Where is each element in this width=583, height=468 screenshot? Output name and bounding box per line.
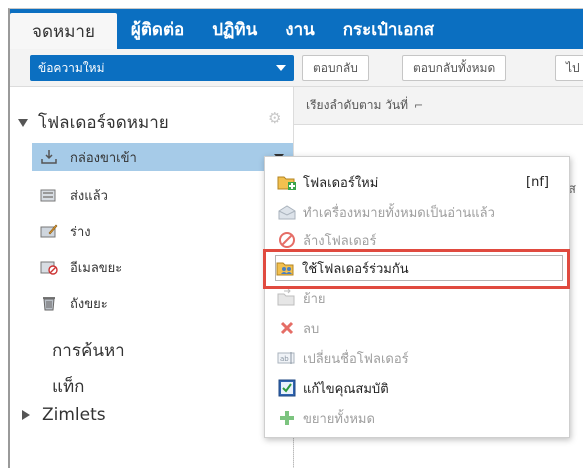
- folder-label: กล่องขาเข้า: [70, 150, 137, 166]
- toolbar: ข้อความใหม่ ตอบกลับ ตอบกลับทั้งหมด ไป: [10, 49, 583, 87]
- trash-icon: [40, 294, 58, 312]
- menu-item-label: เปลี่ยนชื่อโฟลเดอร์: [303, 351, 409, 367]
- expand-all-icon: [277, 408, 297, 428]
- mail-folders-header[interactable]: โฟลเดอร์จดหมาย: [18, 109, 169, 136]
- app-tab-bar: จดหมาย ผู้ติดต่อ ปฏิทิน งาน กระเป๋าเอกส: [10, 9, 583, 49]
- menu-item-label: แก้ไขคุณสมบัติ: [303, 381, 389, 397]
- junk-icon: [40, 258, 58, 276]
- tab-briefcase[interactable]: กระเป๋าเอกส: [329, 9, 448, 49]
- new-message-label: ข้อความใหม่: [38, 60, 105, 75]
- folder-label: ร่าง: [70, 224, 91, 240]
- reply-button[interactable]: ตอบกลับ: [302, 55, 369, 81]
- chevron-down-icon[interactable]: [276, 65, 286, 71]
- menu-item-mark-all-read[interactable]: ทำเครื่องหมายทั้งหมดเป็นอ่านแล้ว: [277, 199, 563, 225]
- folder-tree-pane: โฟลเดอร์จดหมาย ⚙ กล่องขาเข้า ส่งแล้ว ร่า…: [10, 87, 294, 468]
- svg-text:ab: ab: [280, 355, 289, 363]
- sort-label: เรียงลำดับตาม วันที่: [306, 98, 409, 112]
- sort-direction-icon[interactable]: ⌐: [414, 99, 423, 112]
- new-message-button[interactable]: ข้อความใหม่: [30, 55, 294, 81]
- menu-item-label: ย้าย: [303, 291, 326, 307]
- search-section[interactable]: การค้นหา: [52, 337, 125, 364]
- reply-all-button[interactable]: ตอบกลับทั้งหมด: [402, 55, 507, 81]
- menu-item-delete[interactable]: ลบ: [277, 315, 563, 341]
- folder-label: อีเมลขยะ: [70, 260, 123, 276]
- expand-arrow-icon[interactable]: [22, 410, 30, 420]
- tags-section[interactable]: แท็ก: [52, 373, 84, 400]
- folder-drafts[interactable]: ร่าง: [40, 217, 293, 245]
- folder-trash[interactable]: ถังขยะ: [40, 289, 293, 317]
- menu-item-label: ล้างโฟลเดอร์: [303, 233, 377, 249]
- move-icon: [277, 288, 297, 308]
- mark-read-icon: [277, 202, 297, 222]
- zimlets-label: Zimlets: [42, 405, 106, 425]
- menu-item-label: โฟลเดอร์ใหม่: [303, 175, 379, 191]
- rename-icon: ab: [277, 348, 297, 368]
- sent-icon: [40, 186, 58, 204]
- menu-item-expand-all[interactable]: ขยายทั้งหมด: [277, 405, 563, 431]
- mail-folders-label: โฟลเดอร์จดหมาย: [38, 113, 169, 133]
- folder-inbox[interactable]: กล่องขาเข้า: [32, 143, 294, 171]
- edit-properties-icon: [277, 378, 297, 398]
- delete-icon: [277, 318, 297, 338]
- new-folder-icon: [277, 172, 297, 192]
- forward-button[interactable]: ไป: [555, 55, 583, 81]
- tab-contacts[interactable]: ผู้ติดต่อ: [117, 9, 198, 49]
- zimlets-section[interactable]: Zimlets: [22, 405, 106, 425]
- menu-item-label: ลบ: [303, 321, 320, 337]
- drafts-icon: [40, 222, 58, 240]
- gear-icon[interactable]: ⚙: [268, 110, 284, 126]
- collapse-arrow-icon[interactable]: [18, 118, 28, 127]
- menu-item-edit-properties[interactable]: แก้ไขคุณสมบัติ: [277, 375, 563, 401]
- tab-mail[interactable]: จดหมาย: [10, 13, 117, 49]
- highlight-annotation: [263, 249, 570, 289]
- sort-bar[interactable]: เรียงลำดับตาม วันที่ ⌐: [294, 87, 583, 125]
- tab-calendar[interactable]: ปฏิทิน: [198, 9, 271, 49]
- menu-item-label: ขยายทั้งหมด: [303, 411, 375, 427]
- menu-item-new-folder[interactable]: โฟลเดอร์ใหม่ [nf]: [277, 169, 563, 195]
- folder-label: ถังขยะ: [70, 296, 108, 312]
- menu-item-rename-folder[interactable]: ab เปลี่ยนชื่อโฟลเดอร์: [277, 345, 563, 371]
- menu-item-label: ทำเครื่องหมายทั้งหมดเป็นอ่านแล้ว: [303, 205, 495, 221]
- folder-label: ส่งแล้ว: [70, 188, 108, 204]
- inbox-icon: [40, 148, 58, 166]
- folder-junk[interactable]: อีเมลขยะ: [40, 253, 293, 281]
- menu-item-shortcut: [nf]: [526, 174, 549, 190]
- folder-context-menu: โฟลเดอร์ใหม่ [nf] ทำเครื่องหมายทั้งหมดเป…: [264, 156, 570, 438]
- folder-sent[interactable]: ส่งแล้ว: [40, 181, 293, 209]
- empty-folder-icon: [277, 230, 297, 250]
- tab-tasks[interactable]: งาน: [271, 9, 328, 49]
